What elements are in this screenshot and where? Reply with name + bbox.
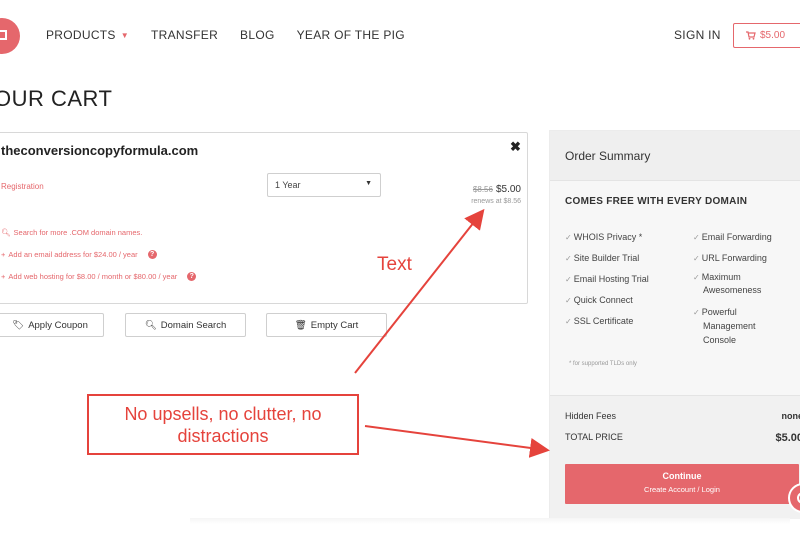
feature-item: ✓ Powerful xyxy=(693,307,737,317)
continue-button[interactable]: Continue Create Account / Login xyxy=(565,464,799,504)
annotation-callout: No upsells, no clutter, no distractions xyxy=(87,394,359,455)
check-icon: ✓ xyxy=(693,273,700,282)
features-footnote: * for supported TLDs only xyxy=(569,361,637,367)
logo-icon xyxy=(0,30,7,40)
nav-blog[interactable]: BLOG xyxy=(240,28,275,42)
info-icon[interactable]: ? xyxy=(187,272,197,281)
check-icon: ✓ xyxy=(693,233,700,242)
add-hosting-link[interactable]: + Add web hosting for $8.00 / month or $… xyxy=(1,272,197,281)
annotation-callout-line2: distractions xyxy=(177,426,269,446)
nav-transfer-label: TRANSFER xyxy=(150,28,219,42)
add-email-label: Add an email address for $24.00 / year xyxy=(8,250,138,259)
main-nav: PRODUCTS ▼ TRANSFER BLOG YEAR OF THE PIG xyxy=(46,28,427,42)
feature-item: ✓ Quick Connect xyxy=(565,295,633,305)
continue-sublabel: Create Account / Login xyxy=(644,485,720,494)
hidden-fees-value: none xyxy=(781,411,800,421)
search-icon: 🔍︎ xyxy=(1,228,11,237)
nav-products-label: PRODUCTS xyxy=(46,28,116,42)
totals-panel: Hidden Fees none TOTAL PRICE $5.00 Conti… xyxy=(550,395,800,519)
hidden-fees-label: Hidden Fees xyxy=(565,411,617,421)
check-icon: ✓ xyxy=(565,296,572,305)
domain-search-label: Domain Search xyxy=(160,319,227,331)
search-more-label: Search for more .COM domain names. xyxy=(13,228,143,237)
cart-icon xyxy=(746,31,756,40)
brand-logo[interactable] xyxy=(0,18,20,54)
feature-item: ✓ WHOIS Privacy * xyxy=(565,232,643,242)
feature-item: ✓ Site Builder Trial xyxy=(565,253,640,263)
order-summary-title: Order Summary xyxy=(565,149,651,163)
total-price-label: TOTAL PRICE xyxy=(565,432,623,442)
arrow-to-totals xyxy=(364,425,550,458)
registration-label: Registration xyxy=(1,182,44,191)
search-more-link[interactable]: 🔍︎ Search for more .COM domain names. xyxy=(1,228,142,237)
feature-item: ✓ Maximum xyxy=(693,272,741,282)
feature-item: ✓ Email Forwarding xyxy=(693,232,772,242)
feature-item-continued: Management xyxy=(703,321,756,331)
domain-search-button[interactable]: 🔍︎ Domain Search xyxy=(125,313,246,337)
nav-blog-label: BLOG xyxy=(240,28,275,42)
add-hosting-label: Add web hosting for $8.00 / month or $80… xyxy=(8,272,178,281)
page-bottom-shadow xyxy=(190,518,790,524)
annotation-text-label: Text xyxy=(377,254,412,275)
nav-year-of-the-pig-label: YEAR OF THE PIG xyxy=(296,28,405,42)
current-price: $5.00 xyxy=(495,184,521,195)
check-icon: ✓ xyxy=(693,308,700,317)
search-icon: 🔍︎ xyxy=(144,319,157,331)
check-icon: ✓ xyxy=(693,254,700,263)
cart-button[interactable]: $5.00 xyxy=(733,23,800,48)
add-email-link[interactable]: + Add an email address for $24.00 / year… xyxy=(1,250,157,259)
free-features-heading: COMES FREE WITH EVERY DOMAIN xyxy=(565,196,748,207)
term-select-value: 1 Year xyxy=(275,180,301,190)
term-select[interactable]: 1 Year ▼ xyxy=(267,173,381,197)
renewal-price: renews at $8.56 xyxy=(471,198,521,205)
plus-icon: + xyxy=(1,272,6,281)
check-icon: ✓ xyxy=(565,254,572,263)
info-icon[interactable]: ? xyxy=(147,250,157,259)
nav-transfer[interactable]: TRANSFER xyxy=(151,28,218,42)
domain-name: theconversioncopyformula.com xyxy=(1,143,199,158)
check-icon: ✓ xyxy=(565,233,572,242)
empty-cart-button[interactable]: 🗑︎ Empty Cart xyxy=(266,313,387,337)
remove-item-icon[interactable]: ✖ xyxy=(510,139,521,155)
feature-item: ✓ SSL Certificate xyxy=(565,316,634,326)
order-summary: Order Summary COMES FREE WITH EVERY DOMA… xyxy=(549,130,800,519)
apply-coupon-button[interactable]: 🏷︎ Apply Coupon xyxy=(0,313,104,337)
total-price-value: $5.00 xyxy=(775,432,800,444)
cart-item: theconversioncopyformula.com ✖ Registrat… xyxy=(0,132,528,304)
site-header: PRODUCTS ▼ TRANSFER BLOG YEAR OF THE PIG… xyxy=(0,0,800,70)
page-title: OUR CART xyxy=(0,86,113,111)
nav-products[interactable]: PRODUCTS ▼ xyxy=(46,28,129,42)
feature-item: ✓ Email Hosting Trial xyxy=(565,274,649,284)
price-block: $8.56 $5.00 renews at $8.56 xyxy=(437,179,521,205)
old-price: $8.56 xyxy=(472,185,493,194)
sign-in-link[interactable]: SIGN IN xyxy=(674,28,721,42)
check-icon: ✓ xyxy=(565,275,572,284)
caret-down-icon: ▼ xyxy=(120,30,129,40)
trash-icon: 🗑︎ xyxy=(294,319,307,331)
check-icon: ✓ xyxy=(565,317,572,326)
feature-item: ✓ URL Forwarding xyxy=(693,253,767,263)
feature-item-continued: Console xyxy=(703,335,737,345)
dropdown-arrow-icon: ▼ xyxy=(365,180,372,187)
annotation-callout-line1: No upsells, no clutter, no xyxy=(124,404,322,424)
apply-coupon-label: Apply Coupon xyxy=(28,319,88,331)
order-summary-header: Order Summary xyxy=(550,131,800,181)
nav-year-of-the-pig[interactable]: YEAR OF THE PIG xyxy=(297,28,405,42)
feature-item-continued: Awesomeness xyxy=(703,285,762,295)
empty-cart-label: Empty Cart xyxy=(310,319,359,331)
total-price-row: TOTAL PRICE $5.00 xyxy=(565,432,800,444)
hidden-fees-row: Hidden Fees none xyxy=(565,411,800,421)
continue-label: Continue xyxy=(662,471,702,481)
tag-icon: 🏷︎ xyxy=(12,319,25,331)
plus-icon: + xyxy=(1,250,6,259)
cart-total: $5.00 xyxy=(760,30,786,41)
